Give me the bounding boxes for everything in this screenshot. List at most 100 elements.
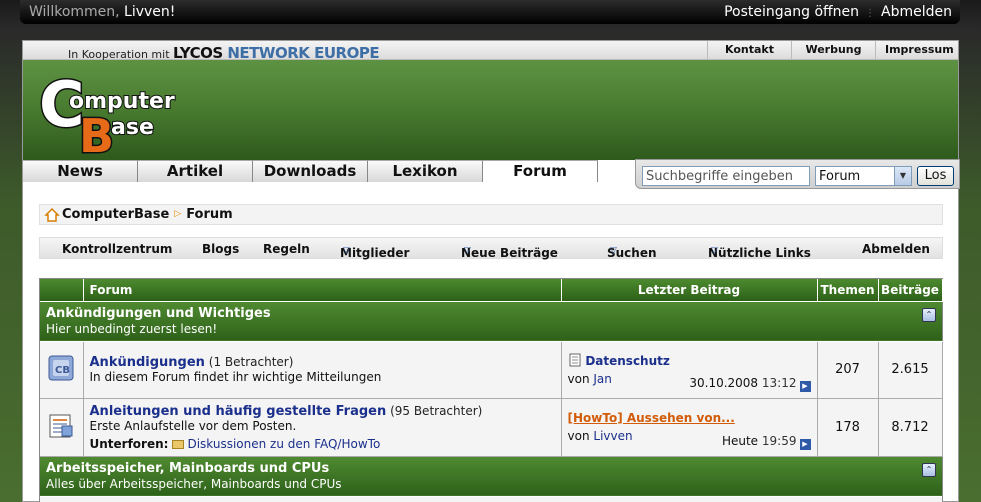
category-cell: Arbeitsspeicher, Mainboards und CPUs All… [40,456,942,497]
tab-news[interactable]: News [23,160,138,182]
subnav-nuetzliche-links-label: Nützliche Links [708,246,811,260]
last-post-cell: Datenschutz von Jan 30.10.2008 13:12 ▶ [561,341,818,399]
user-bar: Willkommen, Livven! Posteingang öffnen ⋮ A… [20,0,960,24]
separator: ⋮ [865,8,876,19]
forum-description: Erste Anlaufstelle vor dem Posten. [89,418,297,433]
forum-title[interactable]: Anleitungen und häufig gestellte Fragen [90,404,387,419]
home-icon[interactable] [44,207,60,223]
breadcrumb-root[interactable]: ComputerBase [62,205,169,224]
page-container: In Kooperation mit LYCOS NETWORK EUROPE … [22,40,960,502]
tab-forum[interactable]: Forum [483,160,598,182]
welcome-prefix: Willkommen, [29,4,120,20]
folder-icon [172,439,185,449]
subnav-neue-beitraege-label: Neue Beiträge [461,246,558,260]
forum-row: CB Ankündigungen (1 Betrachter) In diese… [40,341,943,399]
tab-downloads[interactable]: Downloads [253,160,368,182]
chevron-down-icon: ▽ [610,246,617,256]
last-post-title[interactable]: [HowTo] Aussehen von... [568,411,735,425]
category-title[interactable]: Ankündigungen und Wichtiges [46,306,936,321]
chevron-down-icon[interactable]: ▼ [894,167,911,185]
inbox-link[interactable]: Posteingang öffnen [724,4,859,20]
breadcrumb-arrow-icon: ▷ [174,209,182,219]
breadcrumb: ComputerBase ▷ Forum [39,204,943,225]
welcome-text: Willkommen, Livven! [29,4,175,20]
category-row: Arbeitsspeicher, Mainboards und CPUs All… [40,456,942,497]
last-post-title[interactable]: Datenschutz [585,354,670,368]
forum-howto-icon [49,414,73,437]
header-last-post: Letzter Beitrag [561,279,818,302]
subnav-abmelden[interactable]: Abmelden [862,242,930,256]
forum-subnav: Kontrollzentrum Blogs Regeln Mitglieder ▽… [39,237,943,260]
thread-count: 178 [817,398,879,457]
subforum-link[interactable]: Diskussionen zu den FAQ/HowTo [187,437,380,451]
document-icon [569,353,580,367]
subnav-regeln[interactable]: Regeln [263,242,310,256]
chevron-down-icon: ▽ [711,246,718,256]
user-links: Posteingang öffnen ⋮ Abmelden [724,4,952,20]
last-post-author[interactable]: Livven [593,429,632,443]
computerbase-logo[interactable]: C omputer B ase [39,66,189,155]
category-description: Hier unbedingt zuerst lesen! [46,322,218,336]
logo-word-base: ase [111,115,154,140]
subforums-label: Unterforen: [89,436,169,451]
last-post-day: Heute [721,433,759,448]
search-button[interactable]: Los [917,166,954,186]
forum-description: In diesem Forum findet ihr wichtige Mitt… [89,370,382,384]
forum-info-cell: Ankündigungen (1 Betrachter) In diesem F… [83,341,562,399]
contact-link[interactable]: Kontakt [707,41,791,60]
forum-icon-cell [40,398,84,457]
collapse-icon[interactable]: ⌃ [922,307,936,322]
tab-artikel[interactable]: Artikel [138,160,253,182]
subnav-mitglieder-label: Mitglieder [340,246,410,260]
search-scope-value: Forum [819,169,861,184]
search-panel: Suchbegriffe eingeben Forum ▼ Los [635,159,960,189]
forum-icon-cell: CB [40,341,84,399]
category-title[interactable]: Arbeitsspeicher, Mainboards und CPUs [46,461,936,476]
main-nav: News Artikel Downloads Lexikon Forum [23,160,598,182]
category-cell: Ankündigungen und Wichtiges Hier unbedin… [40,301,942,342]
svg-text:CB: CB [55,365,70,376]
subnav-kontrollzentrum[interactable]: Kontrollzentrum [62,242,172,256]
breadcrumb-current: Forum [186,207,233,222]
header-icon-col [40,279,84,302]
advertising-link[interactable]: Werbung [791,41,875,60]
go-to-post-icon[interactable]: ▶ [799,438,811,450]
forum-table: Forum Letzter Beitrag Themen Beiträge An… [39,278,943,502]
forum-status-icon: CB [48,355,74,381]
forum-viewers: (1 Betrachter) [208,355,294,369]
site-header: C omputer B ase [23,60,958,160]
post-count: 8.712 [878,398,943,457]
last-post-author[interactable]: Jan [593,372,612,386]
forum-viewers: (95 Betrachter) [390,403,483,418]
subnav-blogs[interactable]: Blogs [202,242,239,256]
last-post-day: 30.10.2008 [689,375,759,390]
forum-title[interactable]: Ankündigungen [90,355,205,370]
last-post-by-label: von [567,429,590,443]
chevron-down-icon: ▽ [464,246,471,256]
subforums: Unterforen: Diskussionen zu den FAQ/HowTo [90,437,555,451]
forum-info-cell: Anleitungen und häufig gestellte Fragen … [83,398,562,457]
tab-lexikon[interactable]: Lexikon [368,160,483,182]
header-forum: Forum [83,279,562,302]
collapse-icon[interactable]: ⌃ [922,462,936,477]
thread-count: 207 [817,341,879,399]
last-post-date: Heute 19:59 ▶ [722,434,811,450]
top-links: Kontakt Werbung Impressum [707,41,958,60]
imprint-link[interactable]: Impressum [875,41,958,60]
last-post-by-label: von [567,372,590,386]
chevron-down-icon: ▽ [343,246,350,256]
category-description: Alles über Arbeitsspeicher, Mainboards u… [46,477,342,491]
search-input[interactable]: Suchbegriffe eingeben [642,166,810,186]
last-post-time: 19:59 [761,433,797,448]
category-row: Ankündigungen und Wichtiges Hier unbedin… [40,301,942,342]
forum-row: Anleitungen und häufig gestellte Fragen … [40,398,943,457]
logo-letter-b: B [79,109,114,154]
post-count: 2.615 [878,341,943,399]
table-header: Forum Letzter Beitrag Themen Beiträge [40,279,943,302]
username: Livven! [124,4,176,20]
partner-bar: In Kooperation mit LYCOS NETWORK EUROPE … [23,41,958,62]
go-to-post-icon[interactable]: ▶ [799,380,811,392]
header-posts: Beiträge [878,279,943,302]
logout-link[interactable]: Abmelden [881,4,952,20]
search-scope-select[interactable]: Forum ▼ [815,166,912,186]
